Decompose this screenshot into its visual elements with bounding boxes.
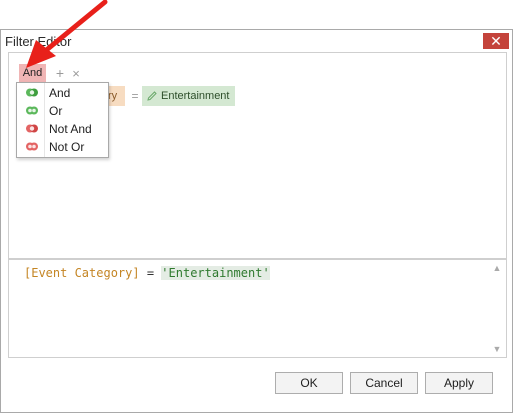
window-title: Filter Editor — [5, 34, 72, 49]
scroll-up-icon[interactable]: ▲ — [492, 263, 502, 273]
and-group-icon — [26, 88, 38, 97]
text-filter-panel[interactable]: [Event Category] = 'Entertainment' ▲ ▼ — [8, 259, 507, 358]
add-condition-icon[interactable]: + — [53, 64, 67, 82]
ok-button[interactable]: OK — [275, 372, 343, 394]
title-bar: Filter Editor ✕ — [1, 30, 512, 52]
menu-item-label: Or — [49, 104, 63, 118]
menu-item-not-or[interactable]: Not Or — [17, 138, 108, 156]
menu-item-label: And — [49, 86, 71, 100]
apply-button[interactable]: Apply — [425, 372, 493, 394]
not-or-group-icon — [26, 142, 38, 151]
condition-value-label: Entertainment — [161, 90, 230, 102]
pencil-icon — [147, 91, 157, 101]
menu-item-label: Not And — [49, 122, 92, 136]
group-operator-menu: And Or Not And Not Or — [16, 82, 109, 158]
menu-item-or[interactable]: Or — [17, 102, 108, 120]
menu-item-not-and[interactable]: Not And — [17, 120, 108, 138]
condition-value[interactable]: Entertainment — [142, 86, 235, 106]
expression-operator: = — [146, 266, 155, 280]
filter-expression[interactable]: [Event Category] = 'Entertainment' — [24, 266, 270, 280]
vertical-scrollbar[interactable]: ▲ ▼ — [489, 261, 505, 356]
scroll-down-icon[interactable]: ▼ — [492, 344, 502, 354]
not-and-group-icon — [26, 124, 38, 133]
close-button[interactable]: ✕ — [483, 33, 509, 49]
menu-item-and[interactable]: And — [17, 84, 108, 102]
remove-condition-icon[interactable]: × — [70, 64, 82, 82]
expression-field: [Event Category] — [24, 266, 140, 280]
menu-item-label: Not Or — [49, 140, 85, 154]
condition-operator[interactable]: = — [129, 86, 141, 106]
or-group-icon — [26, 106, 38, 115]
expression-value: 'Entertainment' — [161, 266, 270, 280]
cancel-button[interactable]: Cancel — [350, 372, 418, 394]
close-icon: ✕ — [490, 33, 502, 49]
group-operator-button[interactable]: And — [19, 64, 46, 82]
